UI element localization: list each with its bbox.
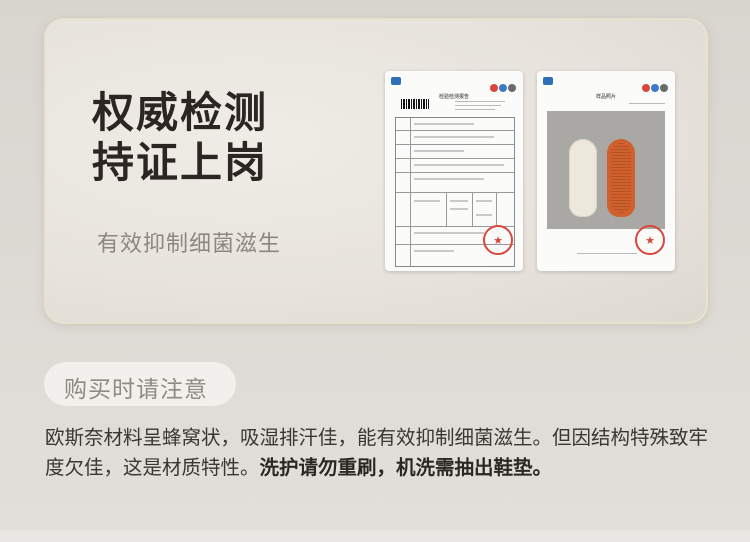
agency-logo-icon: [391, 77, 401, 85]
report-header: [391, 77, 517, 92]
certification-marks-icon: [489, 77, 517, 92]
report-header: [543, 77, 669, 92]
hero-title-line1: 权威检测: [92, 88, 269, 137]
agency-logo-icon: [543, 77, 553, 85]
notice-heading: 购买时请注意: [64, 377, 208, 403]
notice-warning: 洗护请勿重刷，机洗需抽出鞋垫。: [259, 456, 553, 479]
barcode-icon: [401, 99, 429, 109]
hero-title: 权威检测 持证上岗: [92, 88, 268, 188]
certification-marks-icon: [641, 77, 669, 92]
sample-photo-image: 样品照片 ★: [537, 71, 675, 271]
hero-subtitle: 有效抑制细菌滋生: [97, 232, 282, 257]
notice-body: 欧斯奈材料呈蜂窝状，吸湿排汗佳，能有效抑制细菌滋生。但因结构特殊致牢度欠佳，这是…: [45, 423, 715, 483]
test-report-image: 检验检测报告 ★: [385, 71, 523, 271]
hero-title-line2: 持证上岗: [92, 138, 269, 187]
orange-insole: [607, 139, 635, 217]
white-insole: [569, 139, 597, 217]
insole-photo: [547, 111, 665, 229]
sample-photo-heading: 样品照片: [595, 94, 616, 100]
official-seal-icon: ★: [483, 225, 513, 255]
bottom-band: [0, 530, 750, 542]
official-seal-icon: ★: [635, 225, 665, 255]
